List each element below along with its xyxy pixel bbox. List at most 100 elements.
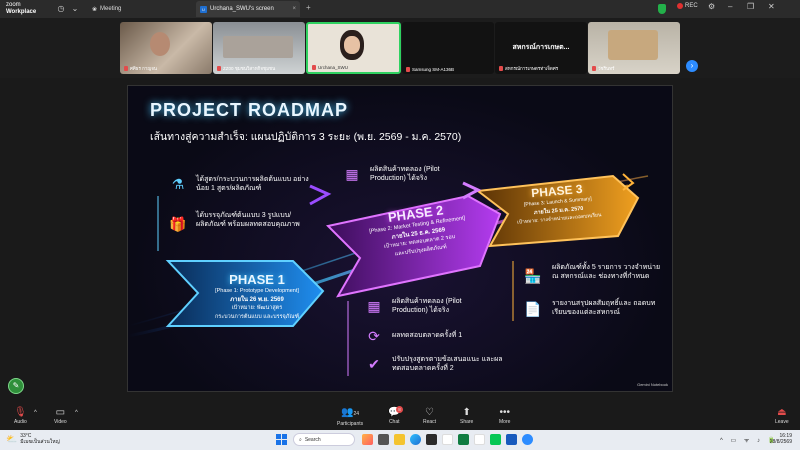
participant-tile[interactable]: ศศิธร กาญจน (120, 22, 212, 74)
chevron-down-icon[interactable]: ⌄ (70, 4, 80, 14)
word-icon[interactable] (506, 434, 517, 445)
record-indicator[interactable]: REC (677, 3, 698, 9)
share-stage: PROJECT ROADMAP เส้นทางสู่ความสำเร็จ: แผ… (0, 78, 800, 404)
phase1-item: ได้บรรจุภัณฑ์ต้นแบบ 3 รูปแบบ/ผลิตภัณฑ์ พ… (196, 212, 300, 228)
chevron-icon (462, 181, 482, 200)
title-bar: zoom Workplace ◷ ⌄ ❀ Meeting U Urchana_S… (0, 0, 800, 18)
participant-name-tag: ศศิธร กาญจน (124, 65, 157, 72)
participant-tile[interactable]: สหกรณ์การเกษต... สหกรณ์การเกษตรท่าเจ็ดศร (495, 22, 587, 74)
phase2-item: ปรับปรุงสูตรตามข้อเสนอแนะ และผลทดสอบตลาด… (392, 356, 503, 372)
heart-icon: ♡ (425, 407, 435, 418)
participants-button[interactable]: 👥24 Participants (337, 406, 363, 427)
clock-icon[interactable]: ◷ (56, 4, 66, 14)
task-view-icon[interactable] (378, 434, 389, 445)
edge-browser-icon[interactable] (410, 434, 421, 445)
chat-button[interactable]: 💬 Chat 8 (388, 406, 403, 425)
mic-off-icon (312, 65, 316, 70)
phase1-label: PHASE 1 (229, 272, 285, 287)
file-explorer-icon[interactable] (394, 434, 405, 445)
zoom-app-icon[interactable] (522, 434, 533, 445)
chat-badge: 8 (396, 406, 403, 413)
phase1-goal-2: กระบวนการต้นแบบ และบรรจุภัณฑ์ (214, 313, 300, 320)
paw-icon: ❀ (92, 6, 98, 13)
app-icon[interactable] (362, 434, 373, 445)
excel-icon[interactable] (458, 434, 469, 445)
mic-off-icon: 🎙 (14, 407, 27, 418)
audio-button[interactable]: 🎙 Audio (14, 406, 27, 425)
video-camera-icon: ▭ (55, 407, 66, 418)
meeting-controls: 🎙 Audio ^ ▭ Video ^ 👥24 Participants 💬 C… (0, 404, 800, 430)
chrome-icon[interactable] (474, 434, 485, 445)
video-options-icon[interactable]: ^ (75, 410, 78, 416)
shared-slide: PROJECT ROADMAP เส้นทางสู่ความสำเร็จ: แผ… (127, 85, 673, 392)
video-button[interactable]: ▭ Video (54, 406, 67, 425)
share-screen-icon: ⬆ (462, 407, 471, 418)
mic-off-icon (406, 67, 410, 72)
participant-name-tag: วัชรินทร์ (592, 65, 614, 72)
rec-label: REC (685, 3, 698, 9)
react-label: React (423, 419, 437, 425)
tab-screen-share[interactable]: U Urchana_SWU's screen × (196, 1, 300, 17)
tab-label: Urchana_SWU's screen (210, 6, 274, 12)
phase3-item: รายงานสรุปผลสัมฤทธิ์และ ถอดบทเรียนของแต่… (552, 300, 656, 316)
app-name-sub: Workplace (6, 9, 37, 15)
factory-icon: ▦ (367, 297, 381, 314)
ellipsis-icon: ••• (499, 407, 510, 418)
search-placeholder: Search (304, 436, 321, 443)
weather-widget[interactable]: ⛅ 33°C มีเมฆเป็นส่วนใหญ่ (6, 433, 60, 445)
mic-off-icon (217, 66, 221, 71)
phase2-top-item: ผลิตสินค้าทดลอง (Pilot Production) ได้จร… (370, 166, 440, 182)
minimize-icon[interactable]: – (728, 2, 732, 11)
chrome-icon[interactable] (442, 434, 453, 445)
shield-icon[interactable] (658, 4, 666, 14)
phase1-item: ได้สูตร/กระบวนการผลิตต้นแบบ อย่างน้อย 1 … (196, 176, 309, 192)
store-app-icon[interactable] (426, 434, 437, 445)
record-dot-icon (677, 3, 683, 9)
participants-label: Participants (337, 421, 364, 427)
more-label: More (499, 419, 511, 425)
app-name: zoom (6, 2, 21, 8)
next-page-icon[interactable]: › (686, 60, 698, 72)
audio-label: Audio (14, 419, 27, 425)
participants-count: 24 (353, 411, 360, 417)
audio-options-icon[interactable]: ^ (34, 410, 37, 416)
more-button[interactable]: ••• More (499, 406, 510, 425)
mic-off-icon (499, 66, 503, 71)
annotate-pen-icon[interactable]: ✎ (8, 378, 24, 394)
cloud-sun-icon: ⛅ (6, 434, 18, 444)
leave-button[interactable]: ⏏ Leave (775, 406, 789, 425)
share-button[interactable]: ⬆ Share (460, 406, 473, 425)
participant-display-name: สหกรณ์การเกษต... (512, 44, 570, 51)
weather-desc: มีเมฆเป็นส่วนใหญ่ (20, 439, 60, 445)
settings-icon[interactable]: ⚙ (708, 2, 715, 11)
participant-tile[interactable]: ZZ00 ชุมชนวิสาหกิจชุมชน (213, 22, 305, 74)
taskbar-search-input[interactable]: ⌕ Search (293, 433, 355, 446)
share-label: Share (460, 419, 474, 425)
restore-icon[interactable]: ❐ (747, 2, 754, 11)
clock[interactable]: 16:19 28/8/2569 (770, 433, 792, 445)
tab-badge: U (200, 5, 207, 13)
close-tab-icon[interactable]: × (292, 6, 296, 12)
clock-date: 28/8/2569 (769, 439, 792, 445)
meeting-button[interactable]: ❀ Meeting (92, 3, 121, 15)
phase2-item: ผลทดสอบตลาดครั้งที่ 1 (392, 332, 463, 339)
meeting-label: Meeting (100, 6, 122, 12)
add-tab-button[interactable]: + (306, 3, 311, 12)
people-icon: 👥24 (341, 407, 360, 418)
watermark: Gemini Notebook (637, 382, 668, 387)
phase1-goal: เป้าหมาย: พัฒนาสูตร (231, 305, 283, 311)
phase3-item: ผลิตภัณฑ์ทั้ง 5 รายการ วางจำหน่าย ณ สหกร… (552, 264, 661, 280)
video-label: Video (54, 419, 67, 425)
participant-tile-active-speaker[interactable]: Urchana_SWU (306, 22, 401, 74)
react-button[interactable]: ♡ React (423, 406, 436, 425)
participant-tile[interactable]: Samsung SM-A136B (402, 22, 494, 74)
close-window-icon[interactable]: ✕ (768, 2, 775, 11)
document-icon: 📄 (524, 300, 542, 317)
participant-tile[interactable]: วัชรินทร์ (588, 22, 680, 74)
start-windows-icon[interactable] (276, 434, 287, 445)
app-logo: zoom Workplace (6, 2, 36, 16)
phase2-item: ผลิตสินค้าทดลอง (Pilot Production) ได้จร… (392, 298, 462, 314)
flask-icon: ⚗ (171, 175, 185, 192)
line-app-icon[interactable] (490, 434, 501, 445)
mic-off-icon (124, 66, 128, 71)
